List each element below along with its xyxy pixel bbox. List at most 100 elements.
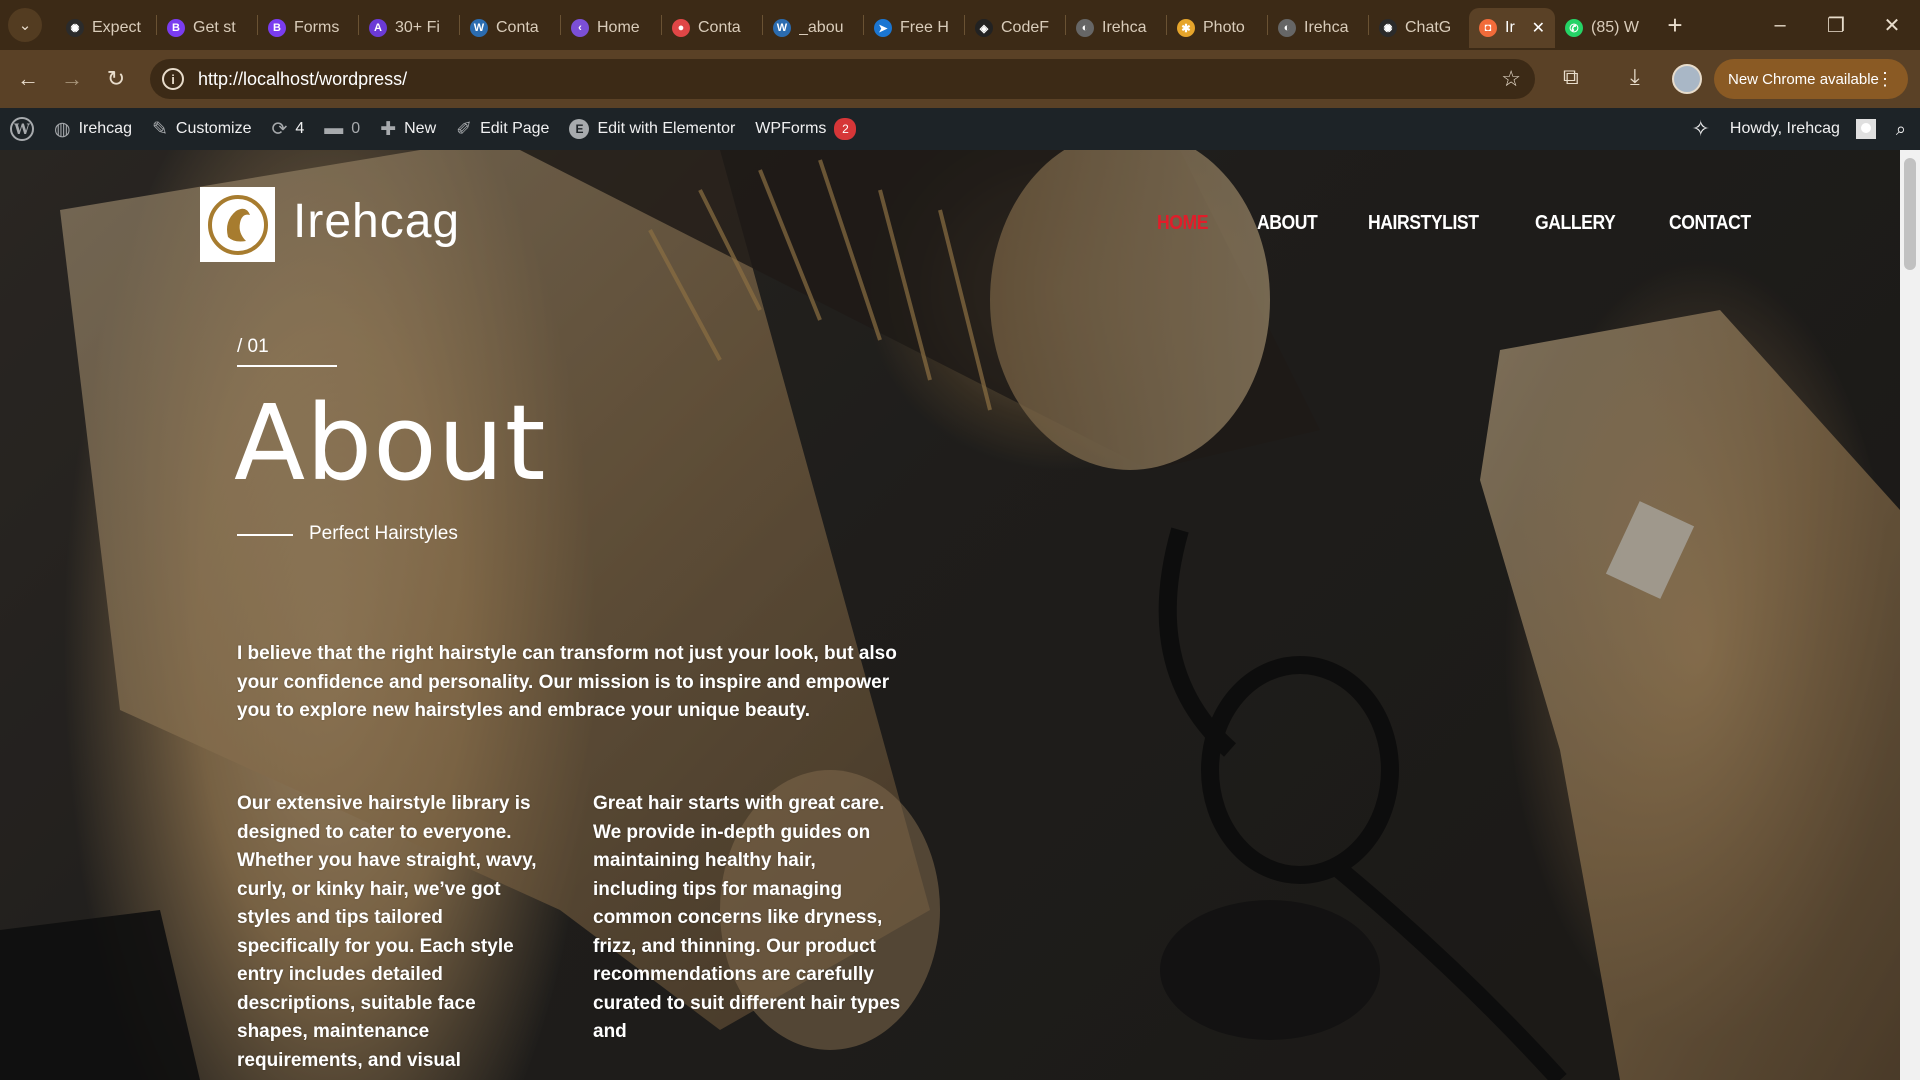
- bookmark-star-icon[interactable]: ☆: [1501, 66, 1521, 92]
- wp-admin-bar: W ◍ Irehcag ✎ Customize ⟳ 4 ▬ 0 ✚ New ✐ …: [0, 108, 1920, 150]
- dashboard-icon: ◍: [54, 118, 71, 140]
- scrollbar-thumb[interactable]: [1904, 158, 1916, 270]
- tab-title: Photo: [1203, 19, 1245, 36]
- whatsapp-icon: ✆: [1565, 19, 1583, 37]
- svg-text:W: W: [13, 122, 30, 138]
- customize-label: Customize: [175, 120, 252, 137]
- back-button[interactable]: ←: [6, 57, 50, 101]
- intro-paragraph: I believe that the right hairstyle can t…: [237, 643, 897, 721]
- elementor-label: Edit with Elementor: [597, 120, 736, 137]
- edit-page-link[interactable]: ✐ Edit Page: [446, 108, 559, 150]
- browser-tab[interactable]: ✺ Expect: [56, 8, 156, 48]
- browser-tab[interactable]: W _abou: [763, 8, 863, 48]
- pencil-icon: ✐: [456, 118, 473, 140]
- page-subtitle: Perfect Hairstyles: [309, 523, 458, 544]
- forward-button[interactable]: →: [50, 57, 94, 101]
- nav-gallery[interactable]: GALLERY: [1535, 212, 1616, 235]
- new-tab-button[interactable]: +: [1655, 10, 1695, 41]
- browser-tab[interactable]: ✱ Photo: [1167, 8, 1267, 48]
- page-heading: About: [234, 382, 547, 504]
- extensions-icon[interactable]: ⧉: [1563, 64, 1579, 90]
- tab-title: Free H: [900, 19, 949, 36]
- tab-title: (85) W: [1591, 19, 1639, 36]
- admin-site-name: Irehcag: [78, 120, 132, 137]
- wpforms-label: WPForms: [755, 120, 827, 137]
- site-info-icon[interactable]: i: [162, 68, 184, 90]
- kebab-menu-icon[interactable]: ⋮: [1876, 69, 1894, 90]
- browser-tab[interactable]: B Forms: [258, 8, 358, 48]
- new-content-link[interactable]: ✚ New: [370, 108, 446, 150]
- comments-count: 0: [351, 120, 361, 137]
- my-account-link[interactable]: Howdy, Irehcag: [1720, 108, 1886, 150]
- globe-icon: ◐: [1076, 19, 1094, 37]
- close-tab-icon[interactable]: ✕: [1532, 18, 1545, 38]
- browser-tab[interactable]: W Conta: [460, 8, 560, 48]
- tab-title: Irehca: [1102, 19, 1147, 36]
- salon-logo-icon: [207, 194, 268, 255]
- comment-icon: ▬: [324, 118, 344, 139]
- user-avatar: [1855, 119, 1876, 139]
- site-logo[interactable]: [200, 187, 275, 262]
- nav-hairstylist[interactable]: HAIRSTYLIST: [1368, 212, 1479, 235]
- tab-title: Irehca: [1304, 19, 1349, 36]
- browser-tab[interactable]: ◈ CodeF: [965, 8, 1065, 48]
- nav-home[interactable]: HOME: [1157, 212, 1208, 235]
- browser-tab[interactable]: ◘ Ir ✕: [1469, 8, 1555, 48]
- page-scrollbar[interactable]: [1900, 150, 1920, 1080]
- new-chrome-available-button[interactable]: New Chrome available ⋮: [1714, 59, 1908, 99]
- browser-tab[interactable]: ➤ Free H: [864, 8, 964, 48]
- close-window-button[interactable]: ✕: [1864, 0, 1920, 50]
- restore-button[interactable]: ❐: [1808, 0, 1864, 50]
- plus-icon: ✚: [380, 118, 397, 140]
- tab-list: ✺ Expect B Get st B Forms A 30+ Fi W Conta ‹ Home ● C…: [56, 2, 1655, 48]
- wordpress-icon: W: [10, 117, 34, 141]
- new-chrome-label: New Chrome available: [1728, 70, 1879, 88]
- openai-icon: ✺: [66, 19, 84, 37]
- main-navigation: HOME ABOUT HAIRSTYLIST GALLERY CONTACT: [1157, 212, 1761, 235]
- wpforms-link[interactable]: WPForms 2: [745, 108, 866, 150]
- browser-tab[interactable]: A 30+ Fi: [359, 8, 459, 48]
- browser-tab[interactable]: ◐ Irehca: [1268, 8, 1368, 48]
- browser-tab[interactable]: ✺ ChatG: [1369, 8, 1469, 48]
- bootstrap-icon: B: [268, 19, 286, 37]
- paintbrush-icon: ✎: [151, 118, 168, 140]
- openai-icon: ✺: [1379, 19, 1397, 37]
- globe-icon: ◐: [1278, 19, 1296, 37]
- reload-button[interactable]: ↻: [94, 57, 138, 101]
- customize-link[interactable]: ✎ Customize: [142, 108, 262, 150]
- profile-avatar[interactable]: [1672, 64, 1702, 94]
- updates-link[interactable]: ⟳ 4: [261, 108, 314, 150]
- hair-care-paragraph: Great hair starts with great care. We pr…: [593, 793, 901, 1042]
- browser-tab[interactable]: ◐ Irehca: [1066, 8, 1166, 48]
- elementor-link[interactable]: E Edit with Elementor: [559, 108, 745, 150]
- tab-title: Ir: [1505, 19, 1515, 36]
- nav-about[interactable]: ABOUT: [1257, 212, 1318, 235]
- download-icon[interactable]: ⤓: [1630, 64, 1640, 90]
- tab-title: Get st: [193, 19, 236, 36]
- hero-section: Irehcag HOME ABOUT HAIRSTYLIST GALLERY C…: [0, 150, 1900, 1080]
- nav-contact[interactable]: CONTACT: [1669, 212, 1751, 235]
- tab-title: _abou: [799, 19, 844, 36]
- browser-tab[interactable]: B Get st: [157, 8, 257, 48]
- tab-title: CodeF: [1001, 19, 1050, 36]
- comments-link[interactable]: ▬ 0: [314, 108, 370, 150]
- admin-search-button[interactable]: ⌕: [1886, 108, 1920, 150]
- new-label: New: [404, 120, 437, 137]
- search-icon: ⌕: [1895, 118, 1906, 139]
- url-text[interactable]: http://localhost/wordpress/: [198, 69, 407, 90]
- admin-site-link[interactable]: ◍ Irehcag: [44, 108, 142, 150]
- arrow-logo-icon: ➤: [874, 19, 892, 37]
- browser-tab[interactable]: ✆ (85) W: [1555, 8, 1655, 48]
- browser-tab[interactable]: ‹ Home: [561, 8, 661, 48]
- elementor-icon: E: [569, 119, 590, 139]
- howdy-text: Howdy, Irehcag: [1729, 120, 1840, 137]
- address-bar[interactable]: i http://localhost/wordpress/ ☆: [150, 59, 1535, 99]
- site-title[interactable]: Irehcag: [293, 194, 460, 249]
- tab-search-chevron-icon[interactable]: ⌄: [8, 8, 42, 42]
- wordpress-logo-button[interactable]: W: [0, 108, 44, 150]
- ai-sparkle-button[interactable]: ✧: [1681, 108, 1719, 150]
- section-number: / 01: [237, 336, 269, 357]
- tab-title: 30+ Fi: [395, 19, 440, 36]
- minimize-button[interactable]: –: [1752, 0, 1808, 50]
- browser-tab[interactable]: ● Conta: [662, 8, 762, 48]
